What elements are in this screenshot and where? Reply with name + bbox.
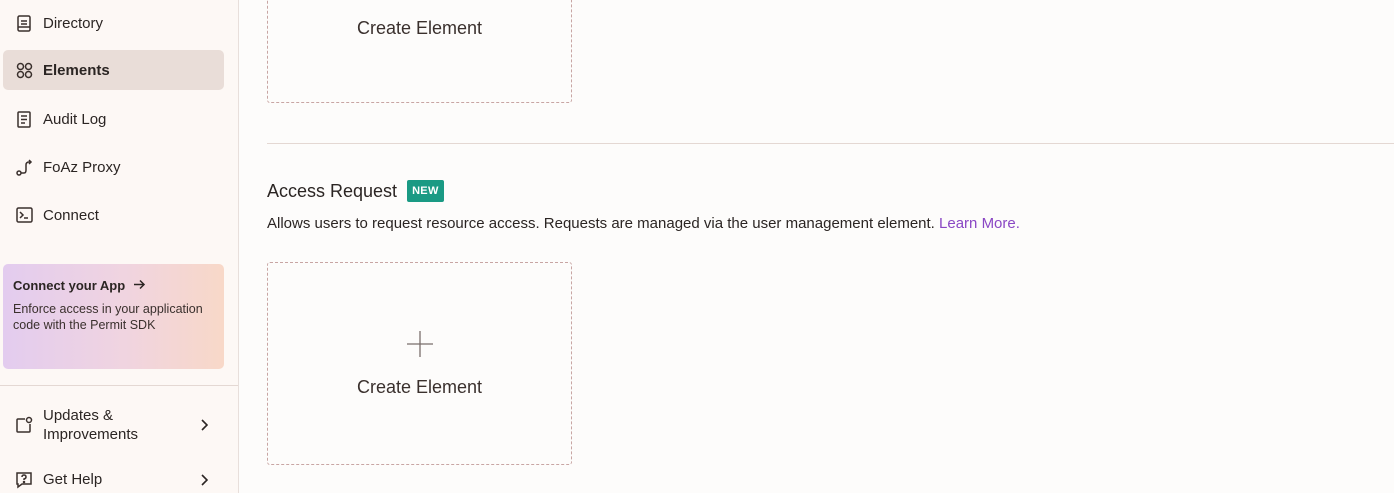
connect-app-promo[interactable]: Connect your App Enforce access in your … xyxy=(3,264,224,369)
arrow-right-icon xyxy=(133,278,146,293)
sidebar-item-label: Get Help xyxy=(43,471,103,488)
section-description: Allows users to request resource access.… xyxy=(267,215,1020,232)
sidebar-item-elements[interactable]: Elements xyxy=(3,50,224,90)
promo-title: Connect your App xyxy=(13,278,126,293)
sidebar-item-label: FoAz Proxy xyxy=(43,158,121,176)
section-header: Access Request NEW xyxy=(267,180,444,202)
promo-title-row: Connect your App xyxy=(13,278,214,293)
directory-icon xyxy=(15,14,33,32)
sidebar-item-label: Audit Log xyxy=(43,110,107,128)
chevron-right-icon xyxy=(196,473,212,486)
elements-icon xyxy=(15,61,33,79)
updates-icon xyxy=(15,416,33,434)
help-icon xyxy=(15,471,33,489)
sidebar-item-audit-log[interactable]: Audit Log xyxy=(3,99,224,139)
sidebar-item-label: Elements xyxy=(43,61,110,79)
terminal-icon xyxy=(15,206,33,224)
new-badge: NEW xyxy=(407,180,444,202)
sidebar-item-label: Connect xyxy=(43,206,99,224)
plus-icon xyxy=(406,330,434,363)
sidebar-item-foaz-proxy[interactable]: FoAz Proxy xyxy=(3,147,224,187)
create-element-card-top[interactable]: Create Element xyxy=(267,0,572,103)
sidebar-item-updates[interactable]: Updates & Improvements xyxy=(3,406,224,444)
description-text: Allows users to request resource access.… xyxy=(267,215,935,232)
sidebar-item-connect[interactable]: Connect xyxy=(3,195,224,235)
sidebar-item-get-help[interactable]: Get Help xyxy=(3,470,224,489)
sidebar-divider xyxy=(0,385,238,386)
main-content: Create Element Access Request NEW Allows… xyxy=(239,0,1394,493)
sidebar: Directory Elements Audit Log FoAz Proxy … xyxy=(0,0,239,493)
section-divider xyxy=(267,143,1394,144)
sidebar-item-directory[interactable]: Directory xyxy=(3,3,224,43)
create-element-label: Create Element xyxy=(356,18,483,38)
promo-body: Enforce access in your application code … xyxy=(13,302,203,332)
chevron-right-icon xyxy=(196,419,212,431)
section-title: Access Request xyxy=(267,180,398,201)
audit-log-icon xyxy=(15,110,33,128)
learn-more-link[interactable]: Learn More. xyxy=(939,215,1020,232)
sidebar-item-label: Directory xyxy=(43,14,104,32)
create-element-label: Create Element xyxy=(356,376,483,397)
sidebar-item-label: Updates & Improvements xyxy=(43,407,139,443)
create-element-card[interactable]: Create Element xyxy=(267,262,572,465)
proxy-icon xyxy=(15,158,33,176)
